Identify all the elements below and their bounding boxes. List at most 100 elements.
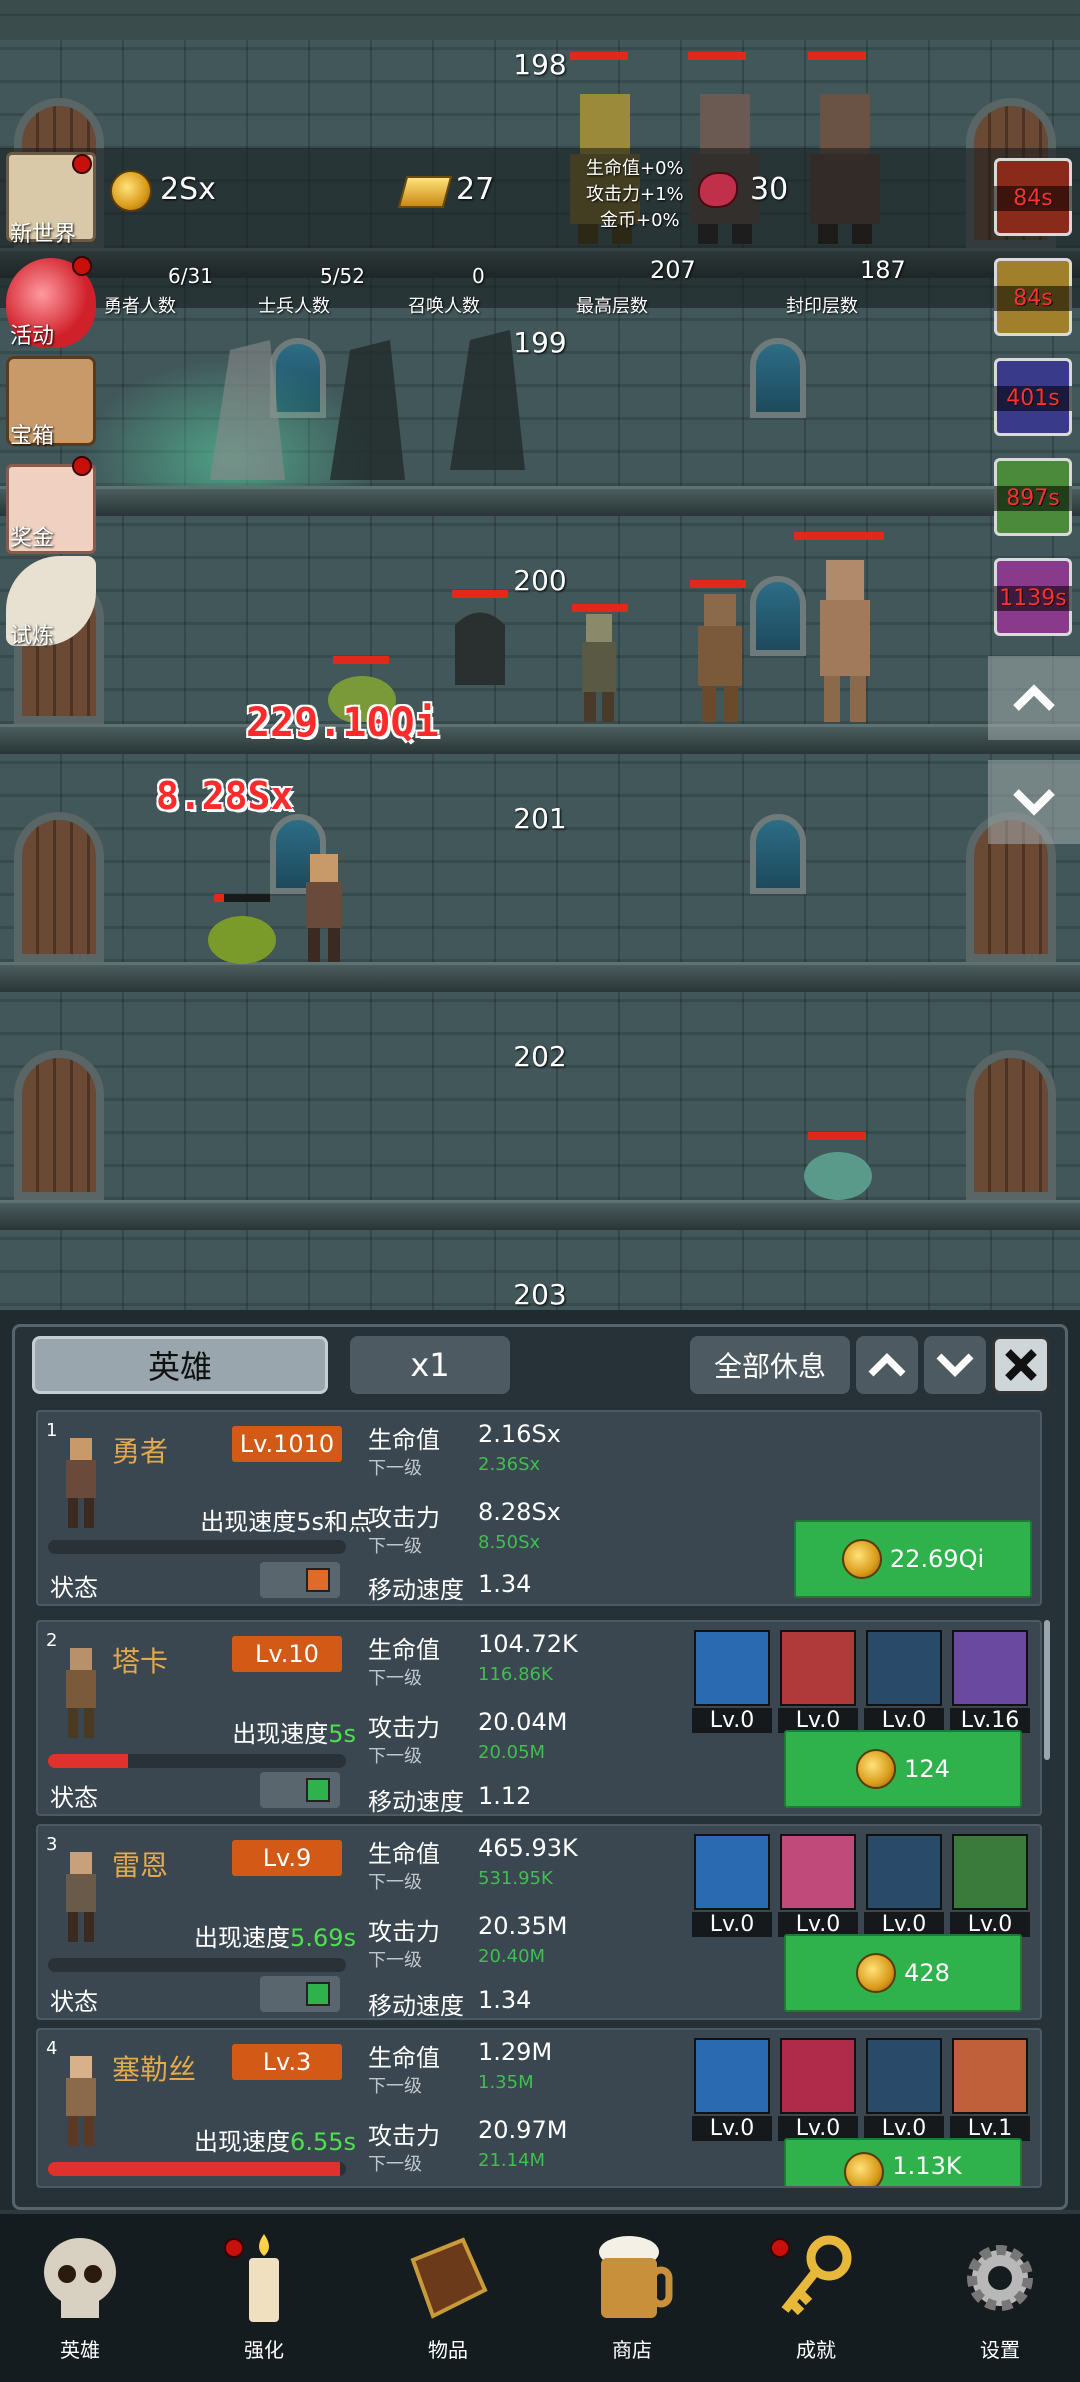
hero-panel: 英雄 x1 全部休息 1 勇者 Lv.1010 出现速度5s和点 状态 生命值 … (0, 1310, 1080, 2210)
boots-skill-icon[interactable] (866, 1630, 942, 1706)
nav-items[interactable]: 物品 (388, 2230, 508, 2363)
chevron-up-icon (1013, 684, 1055, 711)
state-toggle[interactable] (260, 1562, 340, 1598)
ghost-enemy (455, 612, 505, 685)
hero-card: 1 勇者 Lv.1010 出现速度5s和点 状态 生命值 2.16Sx 下一级 … (36, 1410, 1042, 1606)
floor-200: 200 (0, 516, 1080, 754)
nav-enhance[interactable]: 强化 (204, 2230, 324, 2363)
spawn-speed: 出现速度5.69s (194, 1924, 356, 1952)
bottom-nav: 英雄 强化 物品 商店 成就 设置 (0, 2210, 1080, 2382)
upgrade-button[interactable]: 22.69Qi (794, 1520, 1032, 1598)
spawn-progress (48, 1958, 346, 1972)
panel-collapse-button[interactable] (924, 1336, 986, 1394)
move-speed-value: 1.34 (478, 1570, 532, 1598)
gold-coin-icon (110, 170, 152, 212)
multiplier-button[interactable]: x1 (350, 1336, 510, 1394)
state-toggle[interactable] (260, 1772, 340, 1808)
upgrade-button[interactable]: 428 (784, 1934, 1022, 2012)
hero-list-scrollbar[interactable] (1044, 1620, 1050, 1760)
mummy-enemy (820, 560, 870, 722)
boots-skill-icon[interactable] (866, 1834, 942, 1910)
nav-shop[interactable]: 商店 (572, 2230, 692, 2363)
zombie-enemy (582, 614, 616, 722)
chevron-down-icon (936, 1353, 974, 1377)
state-toggle[interactable] (260, 1976, 340, 2012)
gold-bar-icon (397, 176, 453, 208)
spawn-speed: 出现速度6.55s (194, 2128, 356, 2156)
claw-skill-icon[interactable] (780, 2038, 856, 2114)
staff-skill-icon[interactable] (952, 2038, 1028, 2114)
hero-card: 3 雷恩 Lv.9 出现速度5.69s 状态 生命值 465.93K 下一级 5… (36, 1824, 1042, 2020)
beer-mug-icon (599, 2236, 673, 2318)
spawn-progress (48, 1540, 346, 1554)
floor-number: 200 (513, 564, 567, 597)
coin-icon (856, 1749, 897, 1789)
hero-card: 4 塞勒丝 Lv.3 出现速度6.55s 生命值 1.29M 下一级 1.35M… (36, 2028, 1042, 2188)
leaf-skill-icon[interactable] (952, 1834, 1028, 1910)
buff-atk: 攻击力+1% (586, 184, 684, 205)
scroll-down-button[interactable] (988, 760, 1080, 844)
hero-player (306, 854, 342, 962)
coin-icon (841, 1539, 882, 1579)
slime-enemy (208, 916, 276, 964)
meat-amount: 30 (750, 172, 789, 207)
hero-portrait-icon (66, 2056, 96, 2146)
shield-skill-icon[interactable] (694, 2038, 770, 2114)
dungeon-scene: 198 199 200 201 202 203 229.10Qi 8.28Sx … (0, 0, 1080, 1310)
nav-achievement[interactable]: 成就 (756, 2230, 876, 2363)
chevron-up-icon (868, 1353, 906, 1377)
gear-icon (967, 2245, 1033, 2311)
floor-number: 198 (513, 48, 567, 81)
damage-number: 8.28Sx (156, 774, 294, 818)
buff-gold: 金币+0% (600, 210, 680, 231)
mummy-enemy (698, 594, 742, 722)
floor-203: 203 (0, 1230, 1080, 1310)
upgrade-button[interactable]: 1.13K (784, 2138, 1022, 2186)
book-icon (410, 2237, 488, 2319)
floor-number: 202 (513, 1040, 567, 1073)
spawn-progress-fill (48, 1754, 129, 1768)
skull-icon (44, 2238, 116, 2318)
scroll-up-button[interactable] (988, 656, 1080, 740)
level-badge: Lv.1010 (232, 1426, 342, 1462)
sword-skill-icon[interactable] (694, 1834, 770, 1910)
level-badge: Lv.10 (232, 1636, 342, 1672)
reaper-enemy (210, 340, 285, 480)
hp-value: 2.16Sx (478, 1420, 561, 1448)
hero-portrait-icon (66, 1648, 96, 1738)
floor-202: 202 (0, 992, 1080, 1230)
hero-tab-title: 英雄 (32, 1336, 328, 1394)
buff-hp: 生命值+0% (586, 158, 684, 179)
nav-hero[interactable]: 英雄 (20, 2230, 140, 2363)
hero-portrait-icon (66, 1852, 96, 1942)
coin-icon (856, 1953, 897, 1993)
upgrade-button[interactable]: 124 (784, 1730, 1022, 1808)
coin-icon (844, 2152, 885, 2186)
level-badge: Lv.9 (232, 1840, 342, 1876)
gold-bar-amount: 27 (456, 172, 495, 207)
nav-settings[interactable]: 设置 (940, 2230, 1060, 2363)
panel-expand-button[interactable] (856, 1336, 918, 1394)
boots-skill-icon[interactable] (866, 2038, 942, 2114)
slime-enemy (804, 1152, 872, 1200)
reaper-enemy (450, 330, 525, 470)
spawn-progress-fill (48, 2162, 341, 2176)
level-badge: Lv.3 (232, 2044, 342, 2080)
panel-close-button[interactable] (992, 1336, 1050, 1394)
spawn-speed: 出现速度5s (232, 1720, 356, 1748)
reaper-enemy (330, 340, 405, 480)
hero-portrait-icon (66, 1438, 96, 1528)
armor-skill-icon[interactable] (952, 1630, 1028, 1706)
floor-number: 199 (513, 326, 567, 359)
chevron-down-icon (1013, 789, 1055, 816)
rest-all-button[interactable]: 全部休息 (690, 1336, 850, 1394)
gold-amount: 2Sx (160, 172, 216, 207)
atk-value: 8.28Sx (478, 1498, 561, 1526)
dagger-skill-icon[interactable] (780, 1834, 856, 1910)
spawn-progress (48, 1754, 346, 1768)
damage-number: 229.10Qi (246, 700, 439, 746)
axe-skill-icon[interactable] (694, 1630, 770, 1706)
hero-card: 2 塔卡 Lv.10 出现速度5s 状态 生命值 104.72K 下一级 116… (36, 1620, 1042, 1816)
red-axe-skill-icon[interactable] (780, 1630, 856, 1706)
spawn-progress (48, 2162, 346, 2176)
